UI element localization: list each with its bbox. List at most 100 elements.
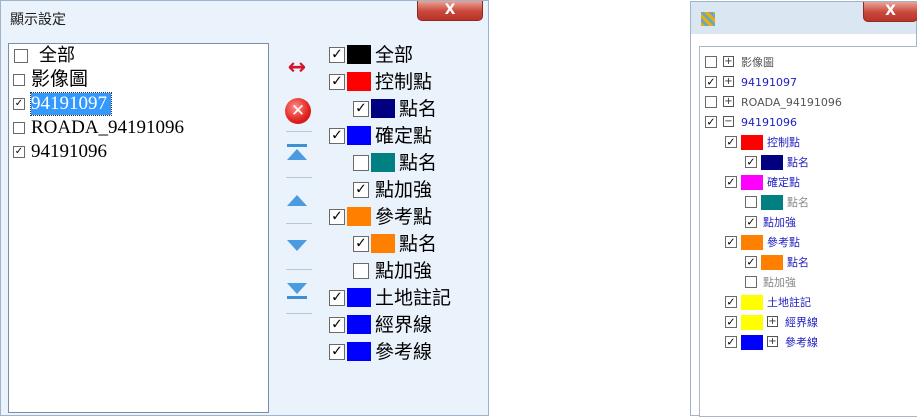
color-swatch[interactable] [741,335,763,350]
layer-checkbox[interactable] [705,56,717,68]
layer-label: 94191097 [741,76,797,89]
symbol-checkbox[interactable] [353,263,369,279]
color-swatch[interactable] [371,234,395,253]
move-up-button[interactable] [277,183,317,219]
color-swatch[interactable] [371,153,395,172]
color-swatch[interactable] [741,295,763,310]
swap-button[interactable]: ↔ [277,51,317,87]
layer-label: 94191096 [31,141,107,162]
button-divider [286,131,312,132]
expand-icon[interactable]: + [767,316,778,327]
layer-checkbox[interactable] [745,216,757,228]
layer-checkbox[interactable] [725,236,737,248]
color-swatch[interactable] [741,315,763,330]
collapse-icon[interactable]: − [723,116,734,127]
symbol-checkbox[interactable] [353,101,369,117]
layer-list-item[interactable]: 影像圖 [9,68,268,92]
move-up-icon [287,195,307,206]
symbol-checkbox[interactable] [353,236,369,252]
layer-list-item[interactable]: 94191097 [9,92,268,116]
layer-list-all-row[interactable]: 全部 [9,44,268,68]
symbol-checkbox[interactable] [329,209,345,225]
color-swatch[interactable] [761,195,783,210]
symbol-checkbox[interactable] [353,155,369,171]
symbol-checkbox[interactable] [329,317,345,333]
color-swatch[interactable] [741,235,763,250]
layer-checkbox[interactable] [13,98,25,110]
symbol-label: 參考線 [375,341,433,363]
layer-label: ROADA_94191096 [31,117,185,138]
symbol-label: 點加強 [375,179,433,201]
layer-checkbox[interactable] [13,74,25,86]
close-button[interactable]: X [863,2,917,22]
layer-label: 影像圖 [741,56,774,69]
layer-checkbox[interactable] [705,116,717,128]
layer-checkbox[interactable] [725,296,737,308]
color-swatch[interactable] [347,126,371,145]
layer-checkbox[interactable] [745,256,757,268]
layer-checkbox[interactable] [705,96,717,108]
layer-tree-dialog: X + 影像圖 +94191097 + ROADA_94191096−94191096 控… [690,1,917,417]
color-swatch[interactable] [347,72,371,91]
color-swatch[interactable] [371,99,395,118]
color-swatch[interactable] [347,207,371,226]
symbol-checkbox[interactable] [329,290,345,306]
layer-list[interactable]: 全部 影像圖94191097ROADA_94191096 94191096 [8,43,269,413]
symbol-label: 點名 [399,98,438,120]
layer-label: 確定點 [767,176,800,189]
select-all-label: 全部 [39,45,75,66]
symbol-checkbox[interactable] [329,74,345,90]
select-all-checkbox[interactable] [14,49,28,63]
move-down-button[interactable] [277,227,317,263]
delete-button[interactable]: ✕ [277,93,317,129]
layer-checkbox[interactable] [13,146,25,158]
color-swatch[interactable] [741,175,763,190]
symbol-checkbox[interactable] [329,128,345,144]
color-swatch[interactable] [741,135,763,150]
layer-checkbox[interactable] [705,76,717,88]
layer-list-item[interactable]: ROADA_94191096 [9,116,268,140]
expand-icon[interactable]: + [723,76,734,87]
layer-label: 點加強 [763,216,796,229]
button-divider [286,223,312,224]
color-swatch[interactable] [761,155,783,170]
layer-label: 經界線 [785,316,818,329]
symbol-label: 全部 [375,44,414,66]
layer-label: 點名 [787,156,809,169]
layer-checkbox[interactable] [745,196,757,208]
layer-checkbox[interactable] [13,122,25,134]
move-to-bottom-icon [287,283,307,299]
layer-label: 影像圖 [31,69,89,90]
symbol-label: 確定點 [375,125,433,147]
layer-tree-panel: + 影像圖 +94191097 + ROADA_94191096−94191096 控制點… [699,46,917,417]
color-swatch[interactable] [347,342,371,361]
color-swatch[interactable] [347,45,371,64]
symbol-checkbox[interactable] [353,182,369,198]
move-to-top-button[interactable] [277,135,317,171]
button-divider [286,177,312,178]
color-swatch[interactable] [761,255,783,270]
layer-label: 94191097 [30,92,112,116]
layer-checkbox[interactable] [745,276,757,288]
symbol-checkbox[interactable] [329,344,345,360]
expand-icon[interactable]: + [723,56,734,67]
expand-icon[interactable]: + [723,96,734,107]
move-down-icon [287,240,307,251]
layer-label: 94191096 [741,116,797,129]
close-button[interactable]: X [417,1,483,21]
layer-checkbox[interactable] [725,336,737,348]
color-swatch[interactable] [347,288,371,307]
layer-checkbox[interactable] [725,176,737,188]
layer-list-item[interactable]: 94191096 [9,140,268,164]
layer-checkbox[interactable] [725,136,737,148]
display-settings-dialog: 顯示設定 X 全部 影像圖94191097ROADA_94191096 94191… [0,0,489,416]
layer-label: 控制點 [767,136,800,149]
layer-label: 點名 [787,256,809,269]
symbol-checkbox[interactable] [329,47,345,63]
layer-checkbox[interactable] [745,156,757,168]
expand-icon[interactable]: + [767,336,778,347]
layer-checkbox[interactable] [725,316,737,328]
layer-label: 參考線 [785,336,818,349]
move-to-bottom-button[interactable] [277,273,317,309]
color-swatch[interactable] [347,315,371,334]
